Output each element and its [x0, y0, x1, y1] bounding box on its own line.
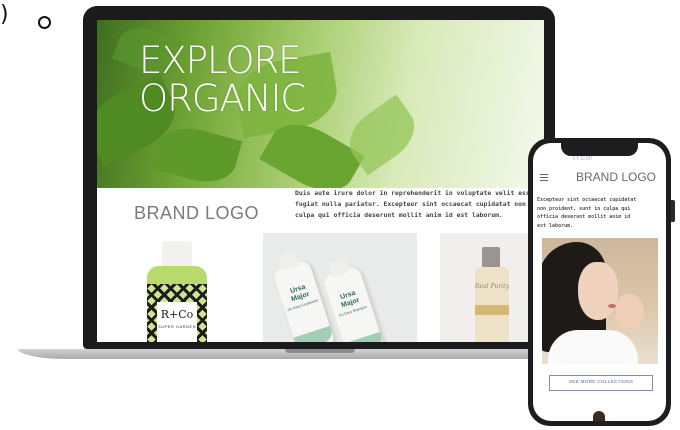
- phone-body-text-line: non proident, sunt in culpa qui: [537, 205, 631, 212]
- phone-body-text-line: officia deserunt mollit anim id: [537, 214, 631, 220]
- bottle-script: Real Purity: [475, 283, 509, 290]
- phone-screen: ITEM BRAND LOGO Excepteur sint occaecat …: [533, 143, 666, 421]
- bottle-cap: [327, 257, 350, 278]
- body-text-line: fugiat nulla pariatur. Excepteur sint oc…: [295, 200, 535, 208]
- body-text-line: culpa qui officia deserunt mollit anim i…: [295, 211, 503, 219]
- product-card-ursa-major[interactable]: Ursa Major Go Easy Conditioner Ursa Major …: [263, 233, 417, 342]
- photo-hand: [616, 294, 644, 328]
- phone-notch: [561, 143, 638, 156]
- bottle-cap: [162, 241, 192, 267]
- body-text-line: Duis aute irure dolor in reprehenderit i…: [295, 189, 535, 197]
- bottle-conditioner: Ursa Major Go Easy Conditioner: [272, 251, 336, 342]
- model-photo: [542, 238, 658, 364]
- phone-side-button: [671, 200, 675, 222]
- product-card-rco[interactable]: R+Co SUPER GARDEN: [117, 233, 257, 342]
- hero-title: EXPLORE ORGANIC: [139, 39, 306, 120]
- brand-mark: R+Co: [160, 308, 194, 321]
- laptop-notch: [285, 349, 355, 353]
- hero-title-line1: EXPLORE: [139, 39, 302, 82]
- see-more-collections-button[interactable]: SEE MORE COLLECTIONS: [549, 375, 653, 391]
- bottle-body: R+Co SUPER GARDEN: [147, 266, 207, 342]
- bracket-glyph: ): [0, 2, 9, 27]
- brand-logo[interactable]: BRAND LOGO: [134, 203, 259, 224]
- bottle-body: Real Purity: [475, 267, 509, 342]
- phone-body-text-line: est laborum.: [537, 222, 574, 229]
- circle-glyph: [38, 16, 51, 29]
- bottle-stripe: [293, 325, 335, 342]
- hero-banner: EXPLORE ORGANIC: [97, 20, 544, 188]
- bottle-band: [475, 305, 509, 315]
- laptop-screen: EXPLORE ORGANIC BRAND LOGO Duis aute iru…: [97, 20, 544, 342]
- phone-body-text: Excepteur sint occaecat cupidatat non pr…: [537, 196, 664, 230]
- bottle-shampoo: Ursa Major Go Easy Shampoo: [322, 257, 386, 342]
- phone-body-text-line: Excepteur sint occaecat cupidatat: [537, 197, 637, 203]
- photo-lips: [608, 304, 616, 308]
- photo-shirt: [548, 330, 638, 364]
- bottle-cap: [277, 251, 300, 272]
- bottle-stripe: [343, 331, 385, 342]
- body-text: Duis aute irure dolor in reprehenderit i…: [295, 188, 535, 221]
- phone-brand-logo[interactable]: BRAND LOGO: [576, 170, 656, 184]
- product-sub-label: SUPER GARDEN: [157, 324, 196, 329]
- bottom-avatar: [593, 411, 605, 421]
- bottle-label: R+Co SUPER GARDEN: [157, 302, 197, 342]
- photo-face: [578, 262, 618, 320]
- hero-title-line2: ORGANIC: [139, 77, 306, 120]
- bottle-cap: [482, 247, 500, 269]
- hamburger-menu-icon[interactable]: [540, 174, 548, 183]
